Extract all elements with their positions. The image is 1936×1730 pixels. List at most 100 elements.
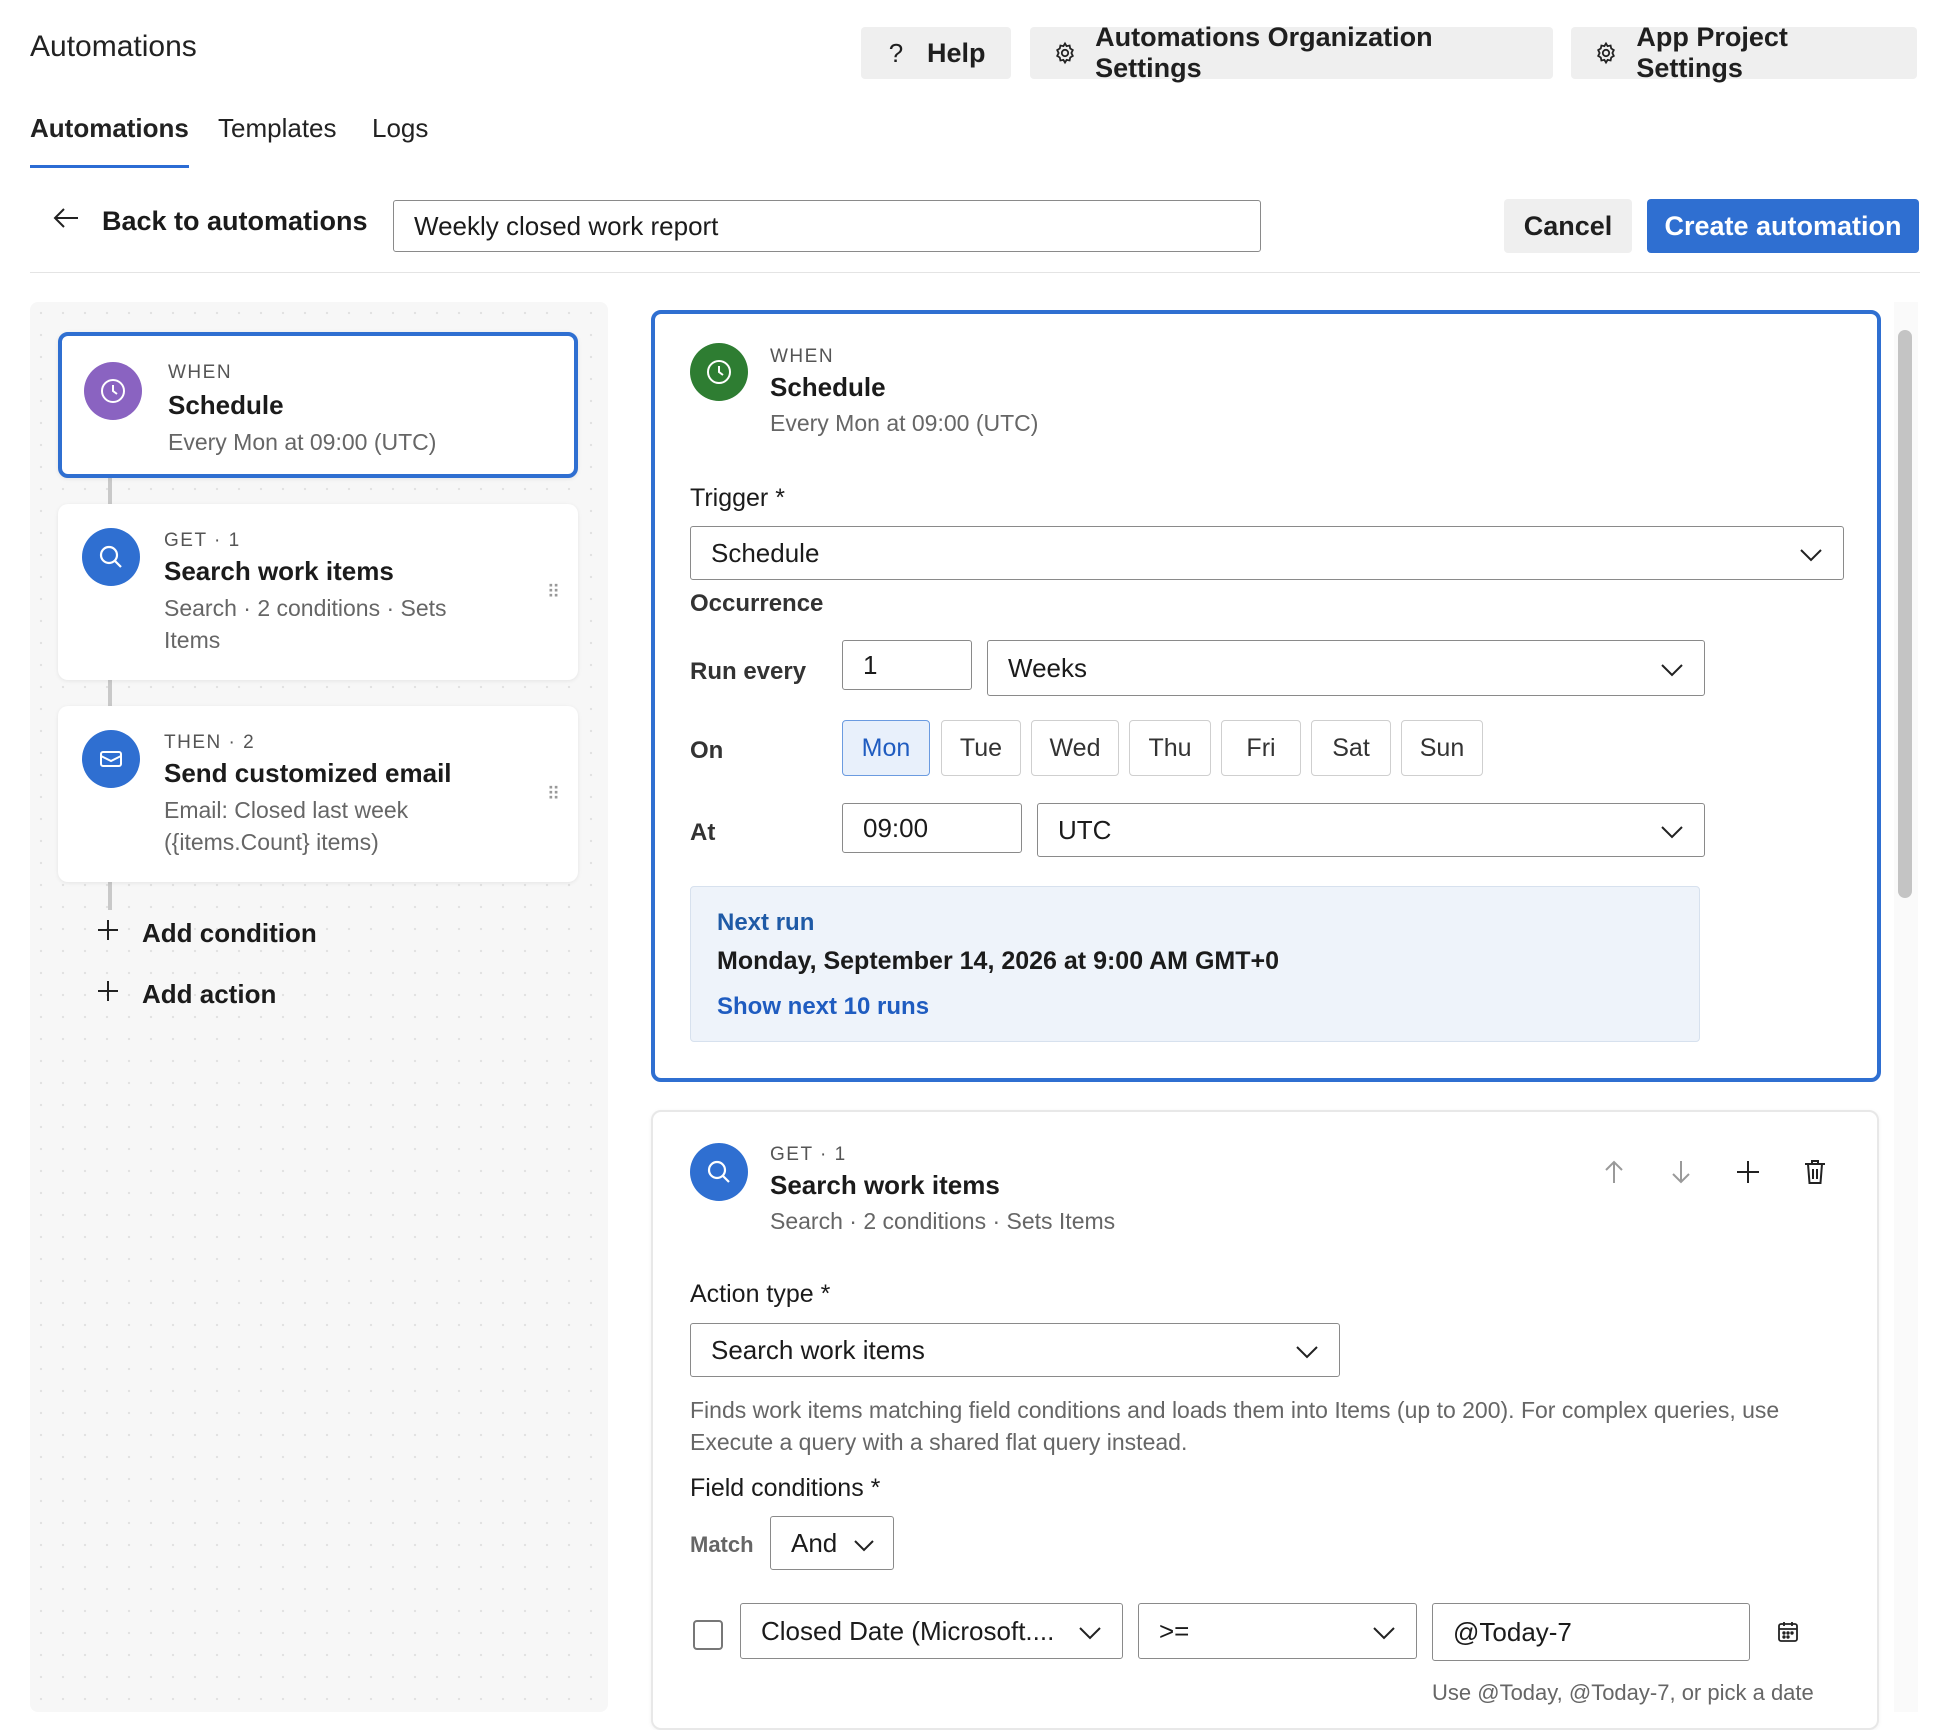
trigger-select-value: Schedule	[711, 537, 820, 568]
at-label: At	[690, 819, 716, 846]
action-type-label: Action type *	[690, 1280, 831, 1308]
match-label: Match	[690, 1532, 754, 1557]
show-next-runs-link[interactable]: Show next 10 runs	[717, 993, 929, 1021]
question-icon: ?	[888, 37, 904, 68]
match-value: And	[791, 1527, 838, 1558]
flow-step-kicker: WHEN	[168, 362, 233, 383]
action-subtitle: Search · 2 conditions · Sets Items	[770, 1208, 1116, 1234]
add-condition-link[interactable]: Add condition	[96, 918, 317, 949]
next-run-panel: Next run Monday, September 14, 2026 at 9…	[690, 886, 1700, 1042]
action-help-text: Finds work items matching field conditio…	[690, 1397, 1780, 1455]
run-every-unit-value: Weeks	[1008, 652, 1087, 683]
condition-value-input[interactable]	[1432, 1603, 1750, 1661]
tab-automations[interactable]: Automations	[30, 112, 189, 168]
chevron-down-icon	[1295, 1335, 1319, 1366]
day-tue-button[interactable]: Tue	[941, 720, 1021, 776]
flow-step-title: Send customized email	[164, 758, 452, 788]
mail-icon	[82, 730, 140, 788]
move-down-icon[interactable]	[1661, 1152, 1701, 1192]
condition-operator-value: >=	[1159, 1615, 1190, 1646]
add-action-label: Add action	[142, 979, 277, 1009]
time-input[interactable]	[842, 803, 1022, 853]
flow-step-title: Search work items	[164, 556, 394, 586]
search-icon	[690, 1143, 748, 1201]
flow-connector	[108, 880, 112, 910]
action-kicker: GET · 1	[770, 1144, 847, 1165]
match-select[interactable]: And	[770, 1516, 894, 1570]
scrollbar-thumb[interactable]	[1898, 330, 1912, 898]
flow-step-search[interactable]: GET · 1 Search work items Search · 2 con…	[58, 504, 578, 680]
drag-handle-icon[interactable]: ⠿	[547, 784, 560, 805]
help-button[interactable]: ? Help	[861, 27, 1011, 79]
action-type-select[interactable]: Search work items	[690, 1323, 1340, 1377]
flow-step-email[interactable]: THEN · 2 Send customized email Email: Cl…	[58, 706, 578, 882]
flow-step-desc: Every Mon at 09:00 (UTC)	[168, 429, 437, 455]
timezone-select[interactable]: UTC	[1037, 803, 1705, 857]
tab-templates[interactable]: Templates	[218, 112, 337, 168]
condition-checkbox[interactable]	[693, 1620, 723, 1650]
day-sat-button[interactable]: Sat	[1311, 720, 1391, 776]
chevron-down-icon	[853, 1528, 875, 1559]
tab-logs[interactable]: Logs	[372, 112, 428, 168]
run-every-input[interactable]	[842, 640, 972, 690]
trigger-subtitle: Every Mon at 09:00 (UTC)	[770, 410, 1039, 436]
flow-step-schedule[interactable]: WHEN Schedule Every Mon at 09:00 (UTC)	[58, 332, 578, 478]
action-title: Search work items	[770, 1170, 1000, 1200]
chevron-down-icon	[1660, 653, 1684, 684]
next-run-value: Monday, September 14, 2026 at 9:00 AM GM…	[717, 947, 1279, 975]
run-every-unit-select[interactable]: Weeks	[987, 640, 1705, 696]
chevron-down-icon	[1799, 538, 1823, 569]
search-icon	[82, 528, 140, 586]
flow-step-kicker: THEN · 2	[164, 732, 256, 753]
arrow-left-icon	[52, 206, 80, 237]
trigger-label: Trigger *	[690, 484, 785, 512]
run-every-label: Run every	[690, 658, 807, 685]
field-conditions-label: Field conditions *	[690, 1474, 881, 1502]
gear-icon	[1593, 40, 1618, 66]
next-run-heading: Next run	[717, 909, 815, 936]
plus-icon	[96, 918, 120, 949]
day-wed-button[interactable]: Wed	[1031, 720, 1119, 776]
condition-operator-select[interactable]: >=	[1138, 1603, 1417, 1659]
add-icon[interactable]	[1728, 1152, 1768, 1192]
help-button-label: Help	[927, 37, 986, 68]
occurrence-label: Occurrence	[690, 590, 824, 617]
day-thu-button[interactable]: Thu	[1129, 720, 1211, 776]
calendar-icon[interactable]	[1768, 1612, 1808, 1652]
plus-icon	[96, 979, 120, 1010]
gear-icon	[1052, 40, 1077, 66]
day-mon-button[interactable]: Mon	[842, 720, 930, 776]
back-label: Back to automations	[102, 206, 368, 236]
trigger-select[interactable]: Schedule	[690, 526, 1844, 580]
chevron-down-icon	[1372, 1616, 1396, 1647]
day-fri-button[interactable]: Fri	[1221, 720, 1301, 776]
trigger-title: Schedule	[770, 372, 886, 402]
back-to-automations-link[interactable]: Back to automations	[52, 206, 368, 237]
flow-step-desc: Email: Closed last week ({items.Count} i…	[164, 797, 409, 855]
create-automation-button[interactable]: Create automation	[1647, 199, 1919, 253]
add-action-link[interactable]: Add action	[96, 979, 276, 1010]
project-settings-button[interactable]: App Project Settings	[1571, 22, 1917, 83]
condition-field-select[interactable]: Closed Date (Microsoft....	[740, 1603, 1123, 1659]
add-condition-label: Add condition	[142, 918, 317, 948]
flow-connector	[108, 678, 112, 708]
app-title: Automations	[30, 30, 197, 63]
chevron-down-icon	[1660, 815, 1684, 846]
move-up-icon[interactable]	[1594, 1152, 1634, 1192]
clock-icon	[84, 362, 142, 420]
action-type-value: Search work items	[711, 1334, 925, 1365]
chevron-down-icon	[1078, 1616, 1102, 1647]
flow-step-title: Schedule	[168, 390, 284, 420]
flow-step-desc: Search · 2 conditions · Sets Items	[164, 595, 447, 653]
on-label: On	[690, 737, 724, 764]
clock-icon	[690, 343, 748, 401]
drag-handle-icon[interactable]: ⠿	[547, 582, 560, 603]
automation-name-input[interactable]	[393, 200, 1261, 252]
flow-connector	[108, 476, 112, 506]
org-settings-label: Automations Organization Settings	[1095, 22, 1433, 83]
day-sun-button[interactable]: Sun	[1401, 720, 1483, 776]
org-settings-button[interactable]: Automations Organization Settings	[1030, 22, 1553, 83]
project-settings-label: App Project Settings	[1636, 22, 1788, 83]
trash-icon[interactable]	[1795, 1152, 1835, 1192]
cancel-button[interactable]: Cancel	[1504, 199, 1632, 253]
